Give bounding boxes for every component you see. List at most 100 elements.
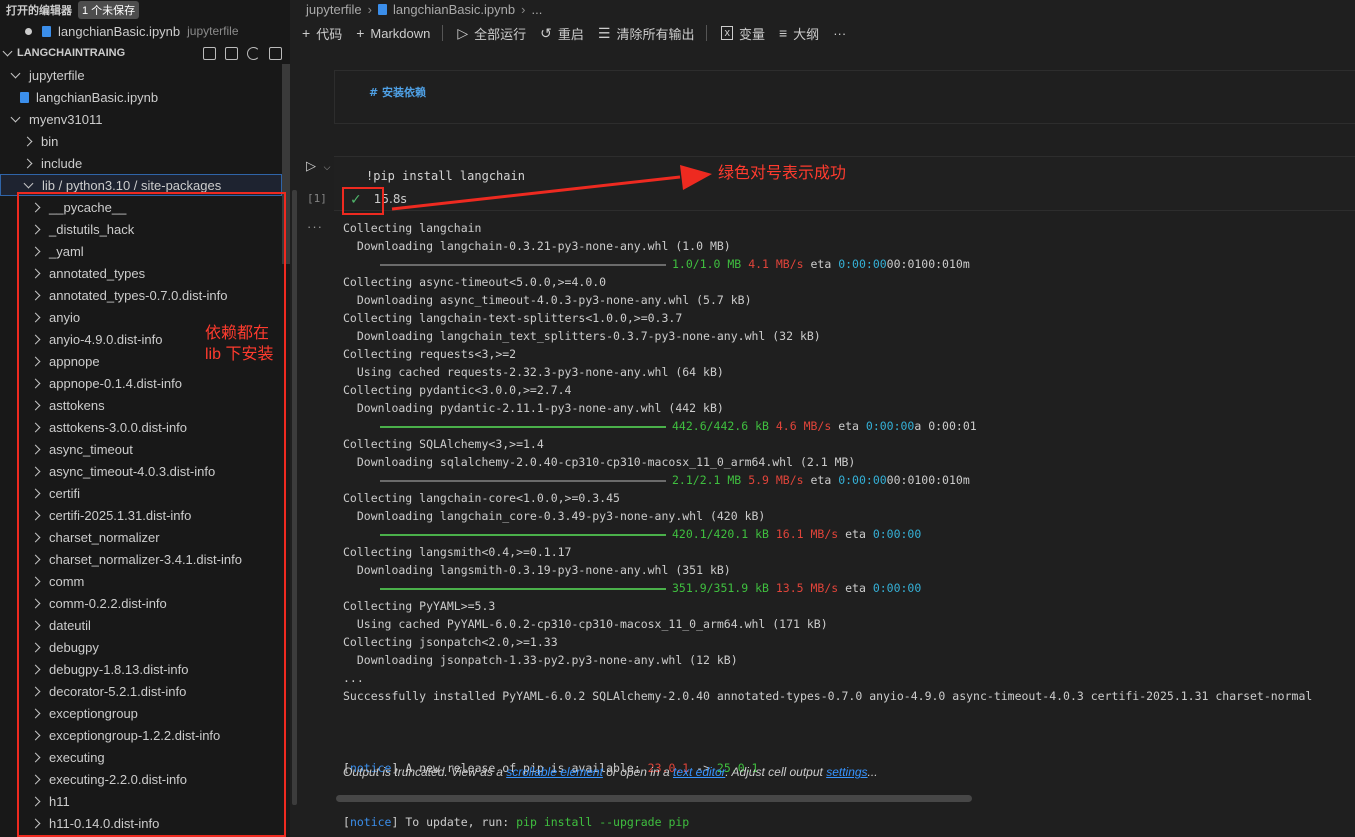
output-text: Downloading jsonpatch-1.33-py2.py3-none-… [343,653,738,667]
output-line: Downloading langchain_core-0.3.49-py3-no… [343,507,1355,525]
output-line: ... [343,669,1355,687]
output-text: Using cached PyYAML-6.0.2-cp310-cp310-ma… [343,617,828,631]
truncated-mid-1: or open in a [602,765,673,779]
output-text: Using cached requests-2.32.3-py3-none-an… [343,365,724,379]
scrollable-element-link[interactable]: scrollable element [506,765,603,779]
separator: eta [838,527,873,541]
text-editor-link[interactable]: text editor [673,765,725,779]
tree-item[interactable]: bin [0,130,290,152]
output-line: Collecting SQLAlchemy<3,>=1.4 [343,435,1355,453]
output-text: Collecting langchain [343,221,482,235]
breadcrumb-file[interactable]: langchianBasic.ipynb [393,2,515,17]
download-progress-bar [380,587,666,590]
tree-item[interactable]: langchianBasic.ipynb [0,86,290,108]
download-tail: a 0:00:01 [914,419,977,433]
restart-icon: ↺ [540,24,552,41]
output-line: Collecting PyYAML>=5.3 [343,597,1355,615]
open-file-desc: jupyterfile [187,24,239,38]
truncated-prefix: Output is truncated. View as a [343,765,507,779]
truncated-mid-2: . Adjust cell output [725,765,827,779]
output-line: Collecting langsmith<0.4,>=0.1.17 [343,543,1355,561]
tree-scrollbar[interactable] [292,190,297,805]
output-text: ... [343,671,364,685]
chevron-down-icon [23,178,34,188]
markdown-cell[interactable]: # 安装依赖 [334,70,1355,124]
chevron-down-icon[interactable]: ⌵ [324,162,331,172]
run-all-label: 全部运行 [474,26,527,42]
collapse-all-icon[interactable] [269,46,282,60]
refresh-icon[interactable] [247,46,260,60]
output-line: Downloading sqlalchemy-2.0.40-cp310-cp31… [343,453,1355,471]
output-text: Downloading langchain_core-0.3.49-py3-no… [343,509,766,523]
restart-label: 重启 [557,26,584,42]
output-line: Collecting async-timeout<5.0.0,>=4.0.0 [343,273,1355,291]
chevron-down-icon [10,112,21,122]
separator [769,419,776,433]
breadcrumb: jupyterfile › langchianBasic.ipynb › ... [306,0,542,18]
annotation-success: 绿色对号表示成功 [718,165,847,182]
open-editors-header[interactable]: 打开的编辑器 1 个未保存 [6,0,140,20]
download-size: 1.0/1.0 MB [672,257,742,271]
project-header[interactable]: LANGCHAINTRAING [0,42,290,64]
output-line: Collecting jsonpatch<2.0,>=1.33 [343,633,1355,651]
toolbar-divider [442,25,444,41]
outline-button[interactable]: ≡ 大纲 [779,24,819,43]
output-more-icon[interactable]: ··· [307,219,323,234]
output-line: Successfully installed PyYAML-6.0.2 SQLA… [343,687,1355,705]
separator [769,527,776,541]
clear-outputs-button[interactable]: ☰ 清除所有输出 [598,24,695,43]
output-line: Downloading langchain_text_splitters-0.3… [343,327,1355,345]
variables-label: 变量 [738,26,765,42]
tree-item-label: langchianBasic.ipynb [36,89,159,105]
output-line: 442.6/442.6 kB 4.6 MB/s eta 0:00:00a 0:0… [343,417,1355,435]
output-line: Downloading langsmith-0.3.19-py3-none-an… [343,561,1355,579]
download-eta: 0:00:00 [872,581,922,595]
download-eta: 0:00:00 [865,419,915,433]
new-folder-icon[interactable] [225,46,238,60]
notebook-toolbar: + 代码 + Markdown ▷ 全部运行 ↺ 重启 ☰ 清除所有输出 x 变… [298,22,846,44]
more-actions-button[interactable]: ··· [833,26,846,41]
output-text: Collecting langchain-text-splitters<1.0.… [343,311,683,325]
output-line: Collecting requests<3,>=2 [343,345,1355,363]
restart-button[interactable]: ↺ 重启 [540,24,584,43]
breadcrumb-folder[interactable]: jupyterfile [306,2,362,17]
tree-item-label: include [41,155,83,171]
code-cell-source[interactable]: !pip install langchain [366,169,525,183]
variables-button[interactable]: x 变量 [721,24,765,43]
outline-label: 大纲 [793,26,820,42]
output-line: Collecting langchain-text-splitters<1.0.… [343,309,1355,327]
markdown-cell-text: # 安装依赖 [369,86,427,99]
output-line: Using cached requests-2.32.3-py3-none-an… [343,363,1355,381]
download-eta: 0:00:00 [838,257,887,271]
notice-text: To update, run: [405,815,517,829]
pip-notice: [notice] A new release of pip is availab… [343,723,1355,837]
notebook-file-icon [377,3,387,15]
truncated-suffix: ... [867,765,878,779]
download-size: 351.9/351.9 kB [672,581,769,595]
breadcrumb-separator-icon: › [521,1,526,17]
tree-item[interactable]: myenv31011 [0,108,290,130]
run-all-button[interactable]: ▷ 全部运行 [457,24,526,43]
unsaved-badge: 1 个未保存 [78,1,140,19]
add-markdown-button[interactable]: + Markdown [356,25,430,41]
notice-line-2: [notice] To update, run: pip install --u… [343,815,690,829]
chevron-down-icon [2,46,13,56]
clear-outputs-label: 清除所有输出 [616,26,695,42]
open-editor-item[interactable]: langchianBasic.ipynb jupyterfile [0,20,290,42]
unsaved-dot-icon[interactable] [25,27,32,35]
output-text: Collecting requests<3,>=2 [343,347,517,361]
add-code-button[interactable]: + 代码 [302,24,342,43]
output-text: Downloading langchain-0.3.21-py3-none-an… [343,239,731,253]
annotation-box-check [342,187,384,215]
variables-icon: x [721,26,733,40]
run-cell-button[interactable]: ▷ ⌵ [306,158,330,174]
settings-link[interactable]: settings [826,765,867,779]
output-text: Downloading pydantic-2.11.1-py3-none-any… [343,401,724,415]
tree-item[interactable]: include [0,152,290,174]
tree-item[interactable]: jupyterfile [0,64,290,86]
breadcrumb-more[interactable]: ... [531,2,542,17]
output-horizontal-scrollbar[interactable] [336,795,972,802]
download-progress-bar [380,263,666,266]
new-file-icon[interactable] [203,46,216,60]
